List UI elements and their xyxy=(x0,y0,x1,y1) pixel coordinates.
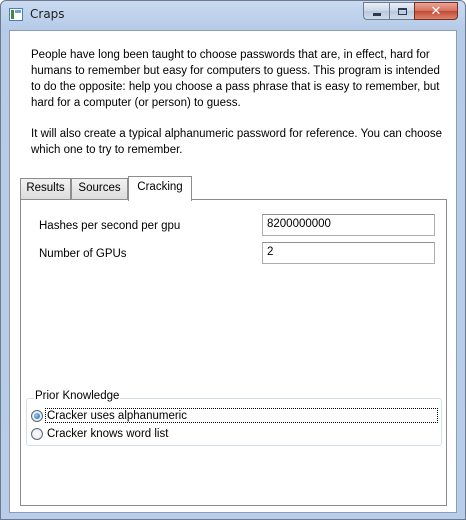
client-area: People have long been taught to choose p… xyxy=(9,30,457,513)
caption-buttons: ✕ xyxy=(363,2,458,21)
title-bar[interactable]: Craps ✕ xyxy=(1,1,465,30)
prior-knowledge-title: Prior Knowledge xyxy=(34,390,121,402)
window-title: Craps xyxy=(30,7,65,21)
tab-cracking[interactable]: Cracking xyxy=(128,176,192,201)
focus-rectangle: Cracker uses alphanumeric xyxy=(45,408,438,423)
tab-results[interactable]: Results xyxy=(20,178,71,199)
intro-paragraph: People have long been taught to choose p… xyxy=(31,49,440,109)
radio-alphanumeric[interactable]: Cracker uses alphanumeric xyxy=(31,407,438,424)
cracking-panel: Hashes per second per gpu 8200000000 Num… xyxy=(20,199,447,506)
hashes-per-second-input[interactable]: 8200000000 xyxy=(262,214,435,236)
radio-word-list[interactable]: Cracker knows word list xyxy=(31,425,169,442)
hashes-per-second-label: Hashes per second per gpu xyxy=(39,220,181,232)
minimize-button[interactable] xyxy=(363,2,389,20)
number-of-gpus-input[interactable]: 2 xyxy=(262,242,435,264)
prior-knowledge-group: Prior Knowledge Cracker uses alphanumeri… xyxy=(26,390,442,446)
intro-paragraph-2: It will also create a typical alphanumer… xyxy=(31,128,443,156)
tab-sources[interactable]: Sources xyxy=(71,178,128,199)
close-icon: ✕ xyxy=(430,3,442,19)
close-button[interactable]: ✕ xyxy=(414,2,458,20)
main-window: Craps ✕ People have long been taught to … xyxy=(0,0,466,520)
minimize-icon xyxy=(372,12,381,16)
radio-word-list-label[interactable]: Cracker knows word list xyxy=(46,428,169,440)
radio-unchecked-icon[interactable] xyxy=(31,427,43,440)
number-of-gpus-label: Number of GPUs xyxy=(39,248,127,260)
app-window-icon[interactable] xyxy=(9,8,23,21)
radio-alphanumeric-label[interactable]: Cracker uses alphanumeric xyxy=(46,410,188,422)
maximize-icon xyxy=(397,7,407,15)
radio-checked-icon[interactable] xyxy=(31,409,43,422)
maximize-button[interactable] xyxy=(389,2,414,20)
